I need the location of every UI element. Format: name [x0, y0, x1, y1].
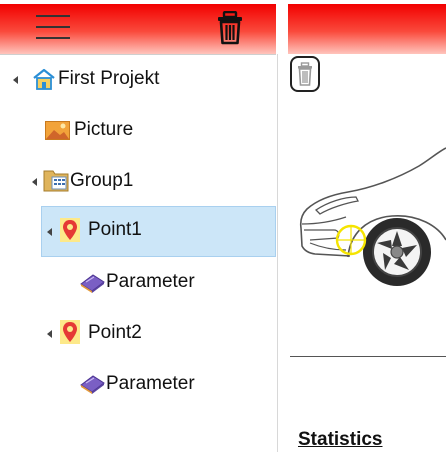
image-icon — [45, 121, 70, 146]
parameter-book-icon — [78, 272, 106, 300]
map-pin-icon — [60, 320, 80, 350]
hamburger-icon[interactable] — [36, 15, 70, 43]
tree-label: First Projekt — [58, 68, 160, 89]
folder-grid-icon — [43, 166, 69, 198]
expand-arrow-icon[interactable] — [47, 330, 52, 338]
tree-label: Parameter — [106, 373, 195, 394]
tree-label: Point2 — [88, 322, 142, 343]
delete-button[interactable] — [290, 56, 320, 92]
header-divider — [0, 54, 276, 55]
tree-label: Parameter — [106, 271, 195, 292]
section-divider — [290, 356, 446, 357]
expand-arrow-icon[interactable] — [13, 76, 18, 84]
trash-icon — [298, 62, 312, 86]
tree-label: Picture — [74, 119, 134, 140]
trash-icon[interactable] — [217, 10, 243, 50]
expand-arrow-icon[interactable] — [47, 228, 52, 236]
car-image — [288, 100, 446, 305]
tree-label: Point1 — [88, 219, 142, 240]
expand-arrow-icon[interactable] — [32, 178, 37, 186]
panel-splitter[interactable] — [277, 54, 278, 452]
home-folder-icon — [32, 68, 56, 96]
detail-header-bar — [288, 4, 446, 54]
parameter-book-icon — [78, 373, 106, 401]
tree-panel: First Projekt Picture Group1 Point1 Para… — [0, 0, 277, 452]
statistics-heading: Statistics — [298, 429, 383, 450]
map-pin-icon — [60, 218, 80, 248]
target-marker-icon[interactable] — [335, 224, 367, 256]
tree-label: Group1 — [70, 170, 134, 191]
